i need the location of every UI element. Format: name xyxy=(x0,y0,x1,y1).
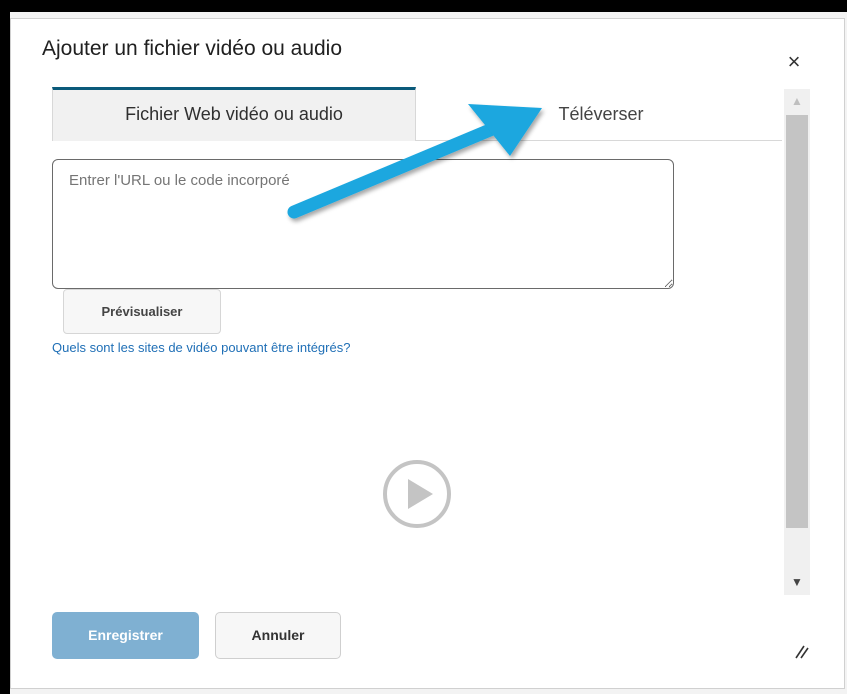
scroll-up-icon[interactable]: ▲ xyxy=(784,89,810,113)
preview-button[interactable]: Prévisualiser xyxy=(63,289,221,334)
close-icon[interactable]: × xyxy=(782,50,806,74)
embed-sites-help-link[interactable]: Quels sont les sites de vidéo pouvant êt… xyxy=(52,340,350,355)
scrollbar-thumb[interactable] xyxy=(786,115,808,528)
close-button[interactable]: × xyxy=(782,50,806,74)
save-button[interactable]: Enregistrer xyxy=(52,612,199,659)
cancel-button[interactable]: Annuler xyxy=(215,612,341,659)
resize-grip-icon[interactable] xyxy=(792,640,812,660)
arrow-icon xyxy=(287,104,542,219)
dialog-title: Ajouter un fichier vidéo ou audio xyxy=(42,37,343,60)
scroll-down-icon[interactable]: ▼ xyxy=(784,570,810,594)
play-circle-icon[interactable] xyxy=(381,458,453,530)
